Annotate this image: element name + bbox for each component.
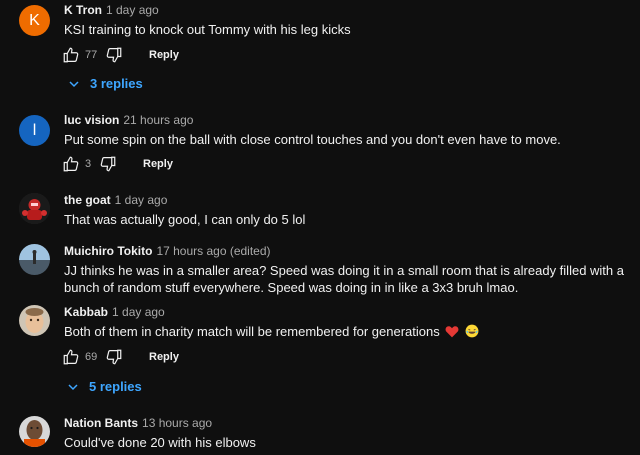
comment-text: Put some spin on the ball with close con… [64,132,561,147]
reply-button[interactable]: Reply [149,49,179,61]
like-icon[interactable] [62,348,80,366]
avatar[interactable] [19,416,50,447]
dislike-icon[interactable] [105,348,123,366]
kabbab-avatar-icon [19,305,50,336]
comment-time[interactable]: 13 hours ago [142,416,212,430]
comment-text: JJ thinks he was in a smaller area? Spee… [64,263,624,295]
dislike-icon[interactable] [99,155,117,173]
author-name[interactable]: Nation Bants [64,416,138,430]
comment-time[interactable]: 1 day ago [115,193,168,207]
comment-header: the goat 1 day ago [64,193,167,207]
comment-actions: 69 Reply [62,347,179,367]
red-heart-icon [445,326,459,338]
avatar[interactable]: K [19,5,50,36]
like-count: 69 [85,351,98,363]
avatar[interactable]: l [19,115,50,146]
avatar[interactable] [19,244,50,275]
comment-text: Could've done 20 with his elbows [64,435,256,450]
author-name[interactable]: Muichiro Tokito [64,244,152,258]
view-replies-button[interactable]: 3 replies [68,76,143,91]
comment-text: Both of them in charity match will be re… [64,324,440,339]
replies-label: 3 replies [90,76,143,91]
like-icon[interactable] [62,155,80,173]
comment-time[interactable]: 21 hours ago [123,113,193,127]
comment-text: That was actually good, I can only do 5 … [64,212,306,227]
comment-header: Nation Bants 13 hours ago [64,416,212,430]
comment-header: K Tron 1 day ago [64,3,159,17]
comment-time[interactable]: 1 day ago [106,3,159,17]
comment-text-row: Both of them in charity match will be re… [64,323,624,340]
laughing-emoji-icon [465,324,479,338]
like-count: 77 [85,49,98,61]
author-name[interactable]: K Tron [64,3,102,17]
author-name[interactable]: the goat [64,193,111,207]
author-name[interactable]: luc vision [64,113,119,127]
nation-bants-avatar-icon [19,416,50,447]
comment-header: Kabbab 1 day ago [64,305,165,319]
dislike-icon[interactable] [105,46,123,64]
reply-button[interactable]: Reply [143,158,173,170]
avatar[interactable] [19,193,50,224]
muichiro-avatar-icon [19,244,50,275]
comment-actions: 3 Reply [62,154,173,174]
author-name[interactable]: Kabbab [64,305,108,319]
comment-header: luc vision 21 hours ago [64,113,193,127]
avatar[interactable] [19,305,50,336]
comment-actions: 77 Reply [62,45,179,65]
view-replies-button[interactable]: 5 replies [67,379,142,394]
reply-button[interactable]: Reply [149,351,179,363]
like-count: 3 [85,158,92,170]
replies-label: 5 replies [89,379,142,394]
goat-avatar-icon [19,193,50,224]
comment-time[interactable]: 1 day ago [112,305,165,319]
chevron-down-icon [69,80,79,87]
like-icon[interactable] [62,46,80,64]
comment-header: Muichiro Tokito 17 hours ago (edited) [64,244,271,258]
comment-time[interactable]: 17 hours ago (edited) [156,244,270,258]
chevron-down-icon [68,383,78,390]
comment-text: KSI training to knock out Tommy with his… [64,22,351,37]
